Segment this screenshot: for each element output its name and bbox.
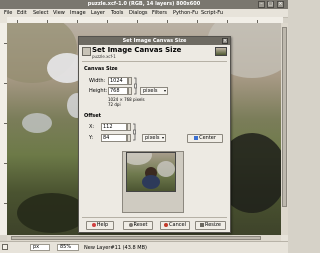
menu-filters[interactable]: Filters [152,9,167,17]
maximize-icon[interactable]: □ [267,1,274,8]
menu-layer[interactable]: Layer [91,9,105,17]
statusbar: px 85% New Layer#11 (43.8 MB) [0,241,288,253]
reset-button[interactable]: Reset [123,221,153,230]
menu-python-fu[interactable]: Python-Fu [173,9,198,17]
resize-button[interactable]: Resize [195,221,226,230]
center-button[interactable]: Center [187,134,223,143]
cancel-icon [164,223,169,227]
minimize-icon[interactable]: – [258,1,265,8]
separator [82,217,227,218]
resize-icon [199,223,204,227]
canvas-size-dialog: Set Image Canvas Size × Set Image Canvas… [78,36,231,233]
chevron-down-icon: ▾ [161,135,164,140]
resolution-info: 72 dpi [108,102,121,107]
menu-script-fu[interactable]: Script-Fu [201,9,223,17]
help-icon [91,223,96,227]
window-title: puzzle.xcf-1.0 (RGB, 14 layers) 800x600 [87,1,201,7]
offset-unit-value: pixels [145,135,160,141]
horizontal-scroll-thumb[interactable] [11,236,261,240]
status-message: New Layer#11 (43.8 MB) [84,245,147,251]
image-thumbnail [215,47,227,56]
dialog-window-title: Set Image Canvas Size [122,38,187,44]
help-button[interactable]: Help [86,221,114,230]
separator [82,61,227,62]
offset-unit-select[interactable]: pixels ▾ [142,134,166,142]
y-label: Y: [89,135,94,141]
resize-button-label: Resize [204,222,222,228]
chain-link-icon[interactable] [133,77,138,95]
width-spinner[interactable] [128,77,132,85]
x-offset-input[interactable]: 112 [101,123,127,131]
cancel-button-label: Cancel [169,222,186,228]
dialog-heading: Set Image Canvas Size [92,46,182,54]
dark-boot [17,193,87,233]
reset-icon [128,223,133,227]
unit-select[interactable]: px [30,244,50,251]
center-icon [194,136,199,140]
chevron-down-icon: ▾ [163,88,166,93]
dialog-close-icon[interactable]: × [222,38,228,44]
menu-edit[interactable]: Edit [17,9,27,17]
menu-select[interactable]: Select [33,9,48,17]
y-offset-input[interactable]: 84 [101,134,127,142]
width-label: Width: [89,78,106,84]
menu-dialogs[interactable]: Dialogs [129,9,148,17]
width-input[interactable]: 1024 [108,77,128,85]
x-label: X: [89,124,95,130]
zoom-select[interactable]: 85% [57,244,79,251]
offset-section-label: Offset [84,113,102,119]
cancel-button[interactable]: Cancel [160,221,190,230]
menu-tools[interactable]: Tools [111,9,123,17]
canvas-size-section-label: Canvas Size [84,66,118,72]
canvas-size-icon [82,47,91,56]
height-spinner[interactable] [128,87,132,95]
pointer-icon [2,244,8,250]
height-input[interactable]: 768 [108,87,128,95]
y-offset-spinner[interactable] [127,134,131,142]
offset-chain-icon[interactable] [132,123,137,141]
center-button-label: Center [199,135,216,141]
x-offset-spinner[interactable] [127,123,131,131]
snow-blob [157,161,175,177]
help-button-label: Help [96,222,109,228]
vertical-scrollbar[interactable] [281,23,288,235]
dialog-subtitle: puzzle.xcf-1 [92,54,116,59]
person-body [142,175,160,189]
menu-view[interactable]: View [53,9,65,17]
close-icon[interactable]: × [277,1,284,8]
offset-preview-image[interactable] [126,152,176,192]
canvas-unit-value: pixels [143,88,158,94]
menu-image[interactable]: Image [70,9,86,17]
reset-button-label: Reset [133,222,148,228]
vertical-scroll-thumb[interactable] [282,27,287,207]
canvas-unit-select[interactable]: pixels ▾ [140,87,168,95]
height-label: Height: [89,88,108,94]
menu-file[interactable]: File [4,9,12,17]
